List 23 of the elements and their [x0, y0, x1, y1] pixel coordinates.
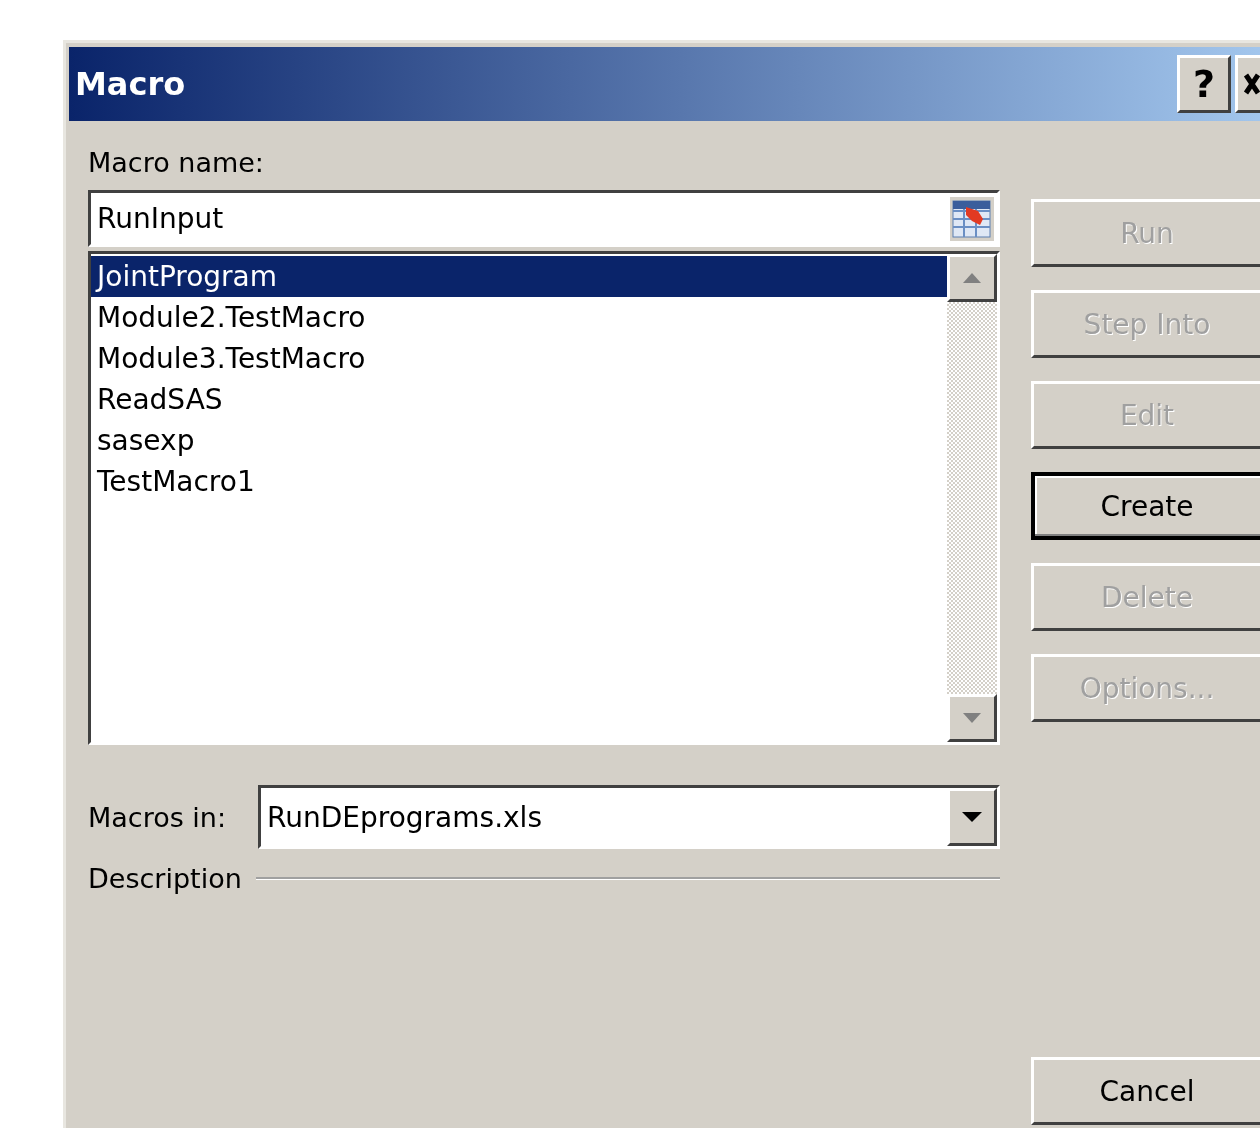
macro-name-field[interactable]: RunInput [88, 190, 1000, 247]
collapse-dialog-icon[interactable] [950, 196, 994, 241]
up-arrow-icon [962, 272, 982, 284]
dropdown-arrow-icon [961, 811, 983, 823]
scroll-down-button[interactable] [947, 694, 997, 742]
macros-in-label: Macros in: [88, 801, 227, 833]
macro-list-item[interactable]: Module2.TestMacro [91, 297, 947, 338]
vertical-scrollbar[interactable] [947, 254, 997, 742]
down-arrow-icon [962, 712, 982, 724]
help-button[interactable]: ? [1177, 55, 1231, 113]
macro-name-label: Macro name: [88, 147, 265, 178]
macro-list-item[interactable]: Module3.TestMacro [91, 338, 947, 379]
macro-list-item[interactable]: sasexp [91, 420, 947, 461]
window-title: Macro [75, 65, 187, 103]
scroll-up-button[interactable] [947, 254, 997, 302]
description-label: Description [88, 863, 242, 894]
dialog-button[interactable]: Create [1031, 472, 1260, 540]
close-icon [1242, 71, 1260, 97]
macro-list-item[interactable]: JointProgram [91, 256, 947, 297]
cancel-button[interactable]: Cancel [1031, 1057, 1260, 1125]
macro-list-item[interactable]: TestMacro1 [91, 461, 947, 502]
macro-list-item[interactable]: ReadSAS [91, 379, 947, 420]
macros-in-dropdown[interactable]: RunDEprograms.xls [258, 785, 1000, 849]
